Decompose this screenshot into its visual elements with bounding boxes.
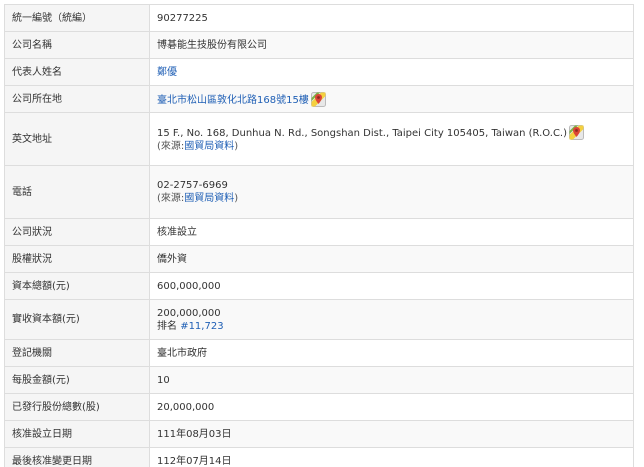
google-maps-icon[interactable]: [310, 91, 326, 107]
row-phone: 電話 02-2757-6969 (來源:國貿局資料): [4, 165, 634, 219]
company-status-value: 核准設立: [149, 218, 634, 246]
last-change-date-label: 最後核准變更日期: [4, 447, 150, 467]
address-link[interactable]: 臺北市松山區敦化北路168號15樓: [157, 95, 309, 106]
paid-in-capital-amount: 200,000,000: [157, 307, 221, 319]
phone-number: 02-2757-6969: [157, 180, 228, 191]
row-representative: 代表人姓名 鄭優: [4, 58, 634, 86]
source-suffix: ): [234, 193, 239, 204]
google-maps-icon[interactable]: [569, 125, 585, 140]
capital-rank: 排名 #11,723: [157, 320, 633, 333]
company-name-label: 公司名稱: [4, 31, 150, 59]
representative-link[interactable]: 鄭優: [157, 67, 177, 78]
row-paid-in-capital: 實收資本額(元) 200,000,000 排名 #11,723: [4, 299, 634, 340]
issued-shares-value: 20,000,000: [149, 393, 634, 421]
phone-value: 02-2757-6969 (來源:國貿局資料): [149, 165, 634, 219]
paid-in-capital-value: 200,000,000 排名 #11,723: [149, 299, 634, 340]
par-value-label: 每股金額(元): [4, 366, 150, 394]
established-date-label: 核准設立日期: [4, 420, 150, 448]
rank-link[interactable]: #11,723: [180, 321, 223, 332]
row-total-capital: 資本總額(元) 600,000,000: [4, 272, 634, 300]
total-capital-value: 600,000,000: [149, 272, 634, 300]
row-registration-authority: 登記機關 臺北市政府: [4, 339, 634, 367]
phone-source: (來源:國貿局資料): [157, 192, 633, 205]
row-last-change-date: 最後核准變更日期 112年07月14日: [4, 447, 634, 467]
source-prefix: (來源:: [157, 193, 185, 204]
issued-shares-label: 已發行股份總數(股): [4, 393, 150, 421]
equity-status-value: 僑外資: [149, 245, 634, 273]
equity-status-label: 股權狀況: [4, 245, 150, 273]
tax-id-value: 90277225: [149, 4, 634, 32]
english-address-source: (來源:國貿局資料): [157, 140, 633, 153]
company-info-table: 統一編號（統編） 90277225 公司名稱 博碁能生技股份有限公司 代表人姓名…: [4, 4, 634, 467]
address-value: 臺北市松山區敦化北路168號15樓: [149, 85, 634, 113]
source-suffix: ): [234, 141, 239, 152]
representative-label: 代表人姓名: [4, 58, 150, 86]
row-company-name: 公司名稱 博碁能生技股份有限公司: [4, 31, 634, 59]
phone-label: 電話: [4, 165, 150, 219]
english-address-label: 英文地址: [4, 112, 150, 166]
total-capital-label: 資本總額(元): [4, 272, 150, 300]
last-change-date-value: 112年07月14日: [149, 447, 634, 467]
row-english-address: 英文地址 15 F., No. 168, Dunhua N. Rd., Song…: [4, 112, 634, 166]
paid-in-capital-label: 實收資本額(元): [4, 299, 150, 340]
row-issued-shares: 已發行股份總數(股) 20,000,000: [4, 393, 634, 421]
registration-authority-value: 臺北市政府: [149, 339, 634, 367]
row-par-value: 每股金額(元) 10: [4, 366, 634, 394]
company-name-value: 博碁能生技股份有限公司: [149, 31, 634, 59]
source-link[interactable]: 國貿局資料: [184, 141, 234, 152]
registration-authority-label: 登記機關: [4, 339, 150, 367]
source-link[interactable]: 國貿局資料: [184, 193, 234, 204]
row-company-status: 公司狀況 核准設立: [4, 218, 634, 246]
representative-value: 鄭優: [149, 58, 634, 86]
company-status-label: 公司狀況: [4, 218, 150, 246]
address-label: 公司所在地: [4, 85, 150, 113]
company-info-page: 統一編號（統編） 90277225 公司名稱 博碁能生技股份有限公司 代表人姓名…: [0, 0, 644, 467]
row-tax-id: 統一編號（統編） 90277225: [4, 4, 634, 32]
row-established-date: 核准設立日期 111年08月03日: [4, 420, 634, 448]
established-date-value: 111年08月03日: [149, 420, 634, 448]
row-address: 公司所在地 臺北市松山區敦化北路168號15樓: [4, 85, 634, 113]
par-value-value: 10: [149, 366, 634, 394]
english-address-text: 15 F., No. 168, Dunhua N. Rd., Songshan …: [157, 128, 568, 139]
tax-id-label: 統一編號（統編）: [4, 4, 150, 32]
source-prefix: (來源:: [157, 141, 185, 152]
english-address-value: 15 F., No. 168, Dunhua N. Rd., Songshan …: [149, 112, 634, 166]
rank-prefix: 排名: [157, 320, 177, 332]
row-equity-status: 股權狀況 僑外資: [4, 245, 634, 273]
